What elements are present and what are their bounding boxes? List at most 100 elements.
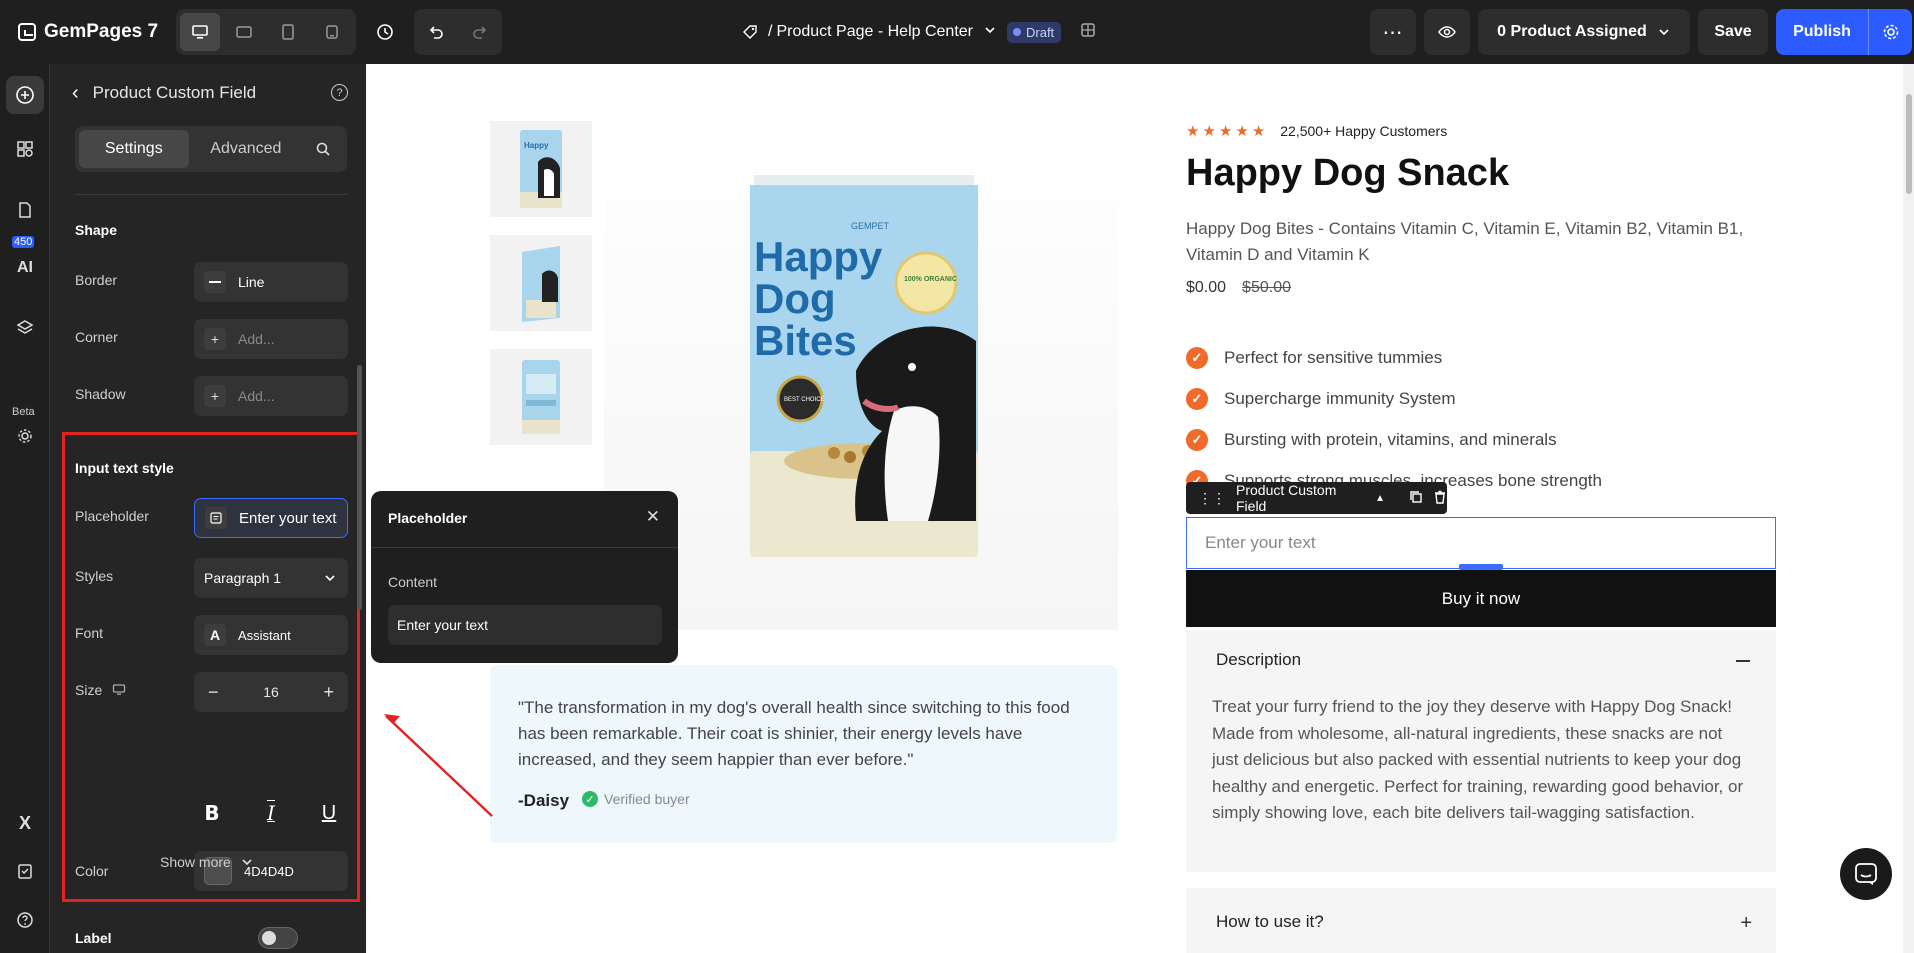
mobile-view-button[interactable] [312,13,352,51]
product-thumbnail[interactable] [490,235,592,331]
check-circle-icon: ✓ [582,791,598,807]
line-icon [204,271,226,293]
redo-button[interactable] [458,9,502,55]
buy-now-button[interactable]: Buy it now [1186,570,1776,627]
tag-icon [743,25,757,39]
eye-icon [1438,26,1456,38]
info-icon[interactable]: ? [331,84,348,101]
product-description[interactable]: Happy Dog Bites - Contains Vitamin C, Vi… [1186,216,1766,268]
product-price: $0.00 [1186,279,1227,296]
more-icon: ⋯ [1382,21,1404,44]
gear-icon [18,429,32,443]
device-switcher [176,9,356,55]
accordion-title[interactable]: Description [1216,650,1301,670]
add-element-button[interactable] [6,76,44,114]
panel-title: Product Custom Field [92,83,257,102]
accordion-title[interactable]: How to use it? [1216,912,1324,932]
chat-icon [1855,863,1877,885]
drag-handle-icon[interactable]: ⋮⋮ [1198,490,1226,507]
star-icon: ★ [1186,123,1200,140]
tab-settings[interactable]: Settings [79,130,189,168]
accordion-body: Treat your furry friend to the joy they … [1212,697,1744,822]
popover-title: Placeholder [388,510,468,526]
back-chevron-icon[interactable]: ‹ [72,82,79,105]
save-button[interactable]: Save [1698,9,1768,55]
star-icon: ★ [1218,123,1233,140]
panel-tabs: Settings Advanced [75,126,347,172]
border-value: Line [238,274,265,290]
content-input[interactable]: Enter your text [388,605,662,645]
corner-control[interactable]: + Add... [194,319,348,359]
plus-icon[interactable]: + [1740,912,1752,935]
tablet-portrait-view-button[interactable] [268,13,308,51]
scroll-thumb[interactable] [1906,94,1912,194]
ai-button[interactable]: AI [9,252,41,284]
page-selector[interactable]: / Product Page - Help Center Draft [742,0,1097,64]
star-icon: ★ [1235,123,1249,140]
product-thumbnail[interactable]: Happy [490,121,592,217]
more-options-button[interactable]: ⋯ [1370,9,1416,55]
chat-button[interactable] [1840,848,1892,900]
app-logo[interactable]: GemPages 7 [0,21,170,43]
page-title: Product Page - Help Center [776,23,973,40]
trash-icon[interactable] [1433,490,1447,507]
benefit-text: Supercharge immunity System [1224,388,1456,408]
benefit-text: Bursting with protein, vitamins, and min… [1224,429,1557,449]
preview-button[interactable] [1424,9,1470,55]
testimonial-quote: "The transformation in my dog's overall … [518,698,1070,769]
shadow-control[interactable]: + Add... [194,376,348,416]
undo-button[interactable] [414,9,458,55]
sitemap-icon[interactable] [1079,21,1097,44]
panel-scrollbar[interactable] [357,365,362,610]
duplicate-icon[interactable] [1409,490,1423,507]
list-item: ✓ Supercharge immunity System [1186,378,1602,419]
help-icon [17,912,33,928]
bag-seal: BEST CHOICE [784,397,825,403]
caret-up-icon[interactable]: ▲ [1375,493,1385,504]
tasks-button[interactable] [9,855,41,887]
benefits-list: ✓ Perfect for sensitive tummies ✓ Supercha… [1186,337,1602,501]
x-social-button[interactable]: X [9,807,41,839]
custom-field-input[interactable]: Enter your text [1186,517,1776,569]
history-button[interactable] [362,9,408,55]
beta-feature-button[interactable] [9,420,41,452]
main-product-image[interactable]: GEMPET Happy Dog Bites 100% ORGANIC BEST C… [604,121,1118,630]
desktop-view-button[interactable] [180,13,220,51]
sections-button[interactable] [9,133,41,165]
pages-button[interactable] [9,194,41,226]
minus-icon[interactable] [1736,660,1750,662]
panel-search-button[interactable] [303,141,343,157]
tablet-landscape-view-button[interactable] [224,13,264,51]
shadow-label: Shadow [75,386,126,402]
left-rail: 450 AI Beta X [0,64,50,953]
canvas-scrollbar[interactable] [1903,64,1914,953]
product-price-row: $0.00 $50.00 [1186,279,1291,297]
publish-settings-button[interactable] [1868,9,1912,55]
plus-icon: + [204,385,226,407]
border-control[interactable]: Line [194,262,348,302]
plus-icon: + [204,328,226,350]
label-toggle[interactable] [258,927,298,949]
corner-label: Corner [75,329,118,345]
verified-text: Verified buyer [604,791,690,807]
product-title[interactable]: Happy Dog Snack [1186,152,1509,195]
shadow-value: Add... [238,388,275,404]
benefit-text: Perfect for sensitive tummies [1224,347,1443,367]
publish-button[interactable]: Publish [1776,9,1868,55]
corner-value: Add... [238,331,275,347]
help-button[interactable] [9,904,41,936]
layers-button[interactable] [9,312,41,344]
close-icon[interactable]: ✕ [646,507,660,527]
layers-icon [16,320,34,334]
gear-icon [1883,24,1898,40]
dog-bag-icon [522,360,560,434]
chevron-down-icon [983,23,997,42]
star-icon: ★ [1251,123,1266,140]
tab-advanced[interactable]: Advanced [189,130,304,168]
svg-text:Happy: Happy [524,141,549,150]
product-thumbnail[interactable] [490,349,592,445]
product-assigned-dropdown[interactable]: 0 Product Assigned [1478,9,1690,55]
input-text-style-highlight [62,432,360,902]
accordion-description: Description Treat your furry friend to t… [1186,630,1776,872]
redo-icon [473,26,487,39]
